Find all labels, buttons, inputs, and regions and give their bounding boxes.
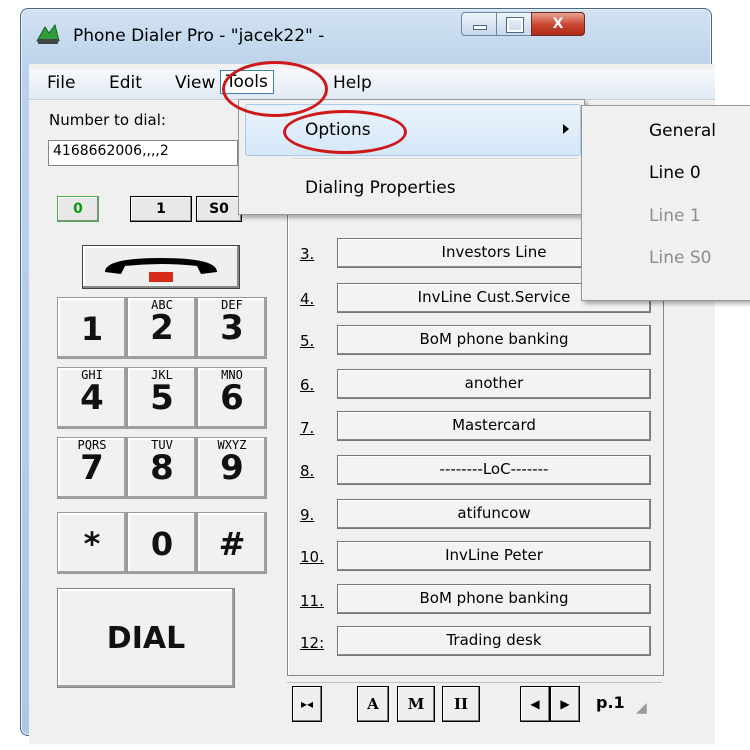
speed-dial-button[interactable]: --------LoC------- bbox=[337, 455, 651, 485]
key-1[interactable]: 1 bbox=[57, 297, 127, 359]
speed-dial-button[interactable]: another bbox=[337, 369, 651, 399]
menu-separator bbox=[292, 158, 577, 159]
key-6[interactable]: MNO 6 bbox=[197, 367, 267, 429]
speed-dial-number: 3. bbox=[300, 245, 315, 263]
collapse-button[interactable]: ▸◂ bbox=[292, 686, 322, 722]
minimize-icon bbox=[473, 25, 487, 30]
key-star[interactable]: * bbox=[57, 512, 127, 574]
menu-file[interactable]: File bbox=[47, 73, 75, 93]
number-to-dial-label: Number to dial: bbox=[49, 111, 166, 129]
key-0-digit: 0 bbox=[150, 525, 174, 563]
phone-handset-icon bbox=[83, 246, 239, 292]
key-5[interactable]: JKL 5 bbox=[127, 367, 197, 429]
key-8-digit: 8 bbox=[150, 448, 174, 488]
submenu-arrow-icon bbox=[563, 124, 569, 134]
menu-item-dialing-properties[interactable]: Dialing Properties bbox=[305, 178, 456, 198]
speed-dial-number: 5. bbox=[300, 332, 315, 350]
toolbar-m-button[interactable]: M bbox=[397, 686, 435, 722]
maximize-icon bbox=[506, 17, 524, 33]
key-6-digit: 6 bbox=[220, 378, 244, 418]
resize-grip-icon[interactable]: ◢ bbox=[636, 700, 647, 716]
speed-dial-button[interactable]: InvLine Peter bbox=[337, 541, 651, 571]
speed-dial-number: 9. bbox=[300, 506, 315, 524]
speed-dial-button[interactable]: BoM phone banking bbox=[337, 325, 651, 355]
speed-dial-number: 8. bbox=[300, 462, 315, 480]
speed-dial-number: 12: bbox=[300, 634, 325, 652]
submenu-item-general[interactable]: General bbox=[649, 121, 716, 141]
key-8[interactable]: TUV 8 bbox=[127, 437, 197, 499]
menu-bar: File Edit View Tools Help bbox=[29, 69, 715, 100]
key-7[interactable]: PQRS 7 bbox=[57, 437, 127, 499]
prev-page-button[interactable]: ◀ bbox=[520, 686, 550, 722]
key-1-digit: 1 bbox=[80, 310, 104, 348]
line-1-button[interactable]: 1 bbox=[130, 196, 192, 222]
hangup-button[interactable] bbox=[82, 245, 240, 289]
key-2-digit: 2 bbox=[150, 308, 174, 348]
key-9-digit: 9 bbox=[220, 448, 244, 488]
line-s0-button[interactable]: S0 bbox=[196, 196, 242, 222]
chevron-right-icon: ▶ bbox=[560, 697, 570, 711]
speed-dial-number: 10. bbox=[300, 548, 324, 566]
collapse-arrows-icon: ▸◂ bbox=[300, 697, 314, 711]
menu-view[interactable]: View bbox=[175, 73, 215, 93]
key-star-symbol: * bbox=[83, 525, 101, 563]
speed-dial-number: 4. bbox=[300, 290, 315, 308]
key-5-digit: 5 bbox=[150, 378, 174, 418]
key-3[interactable]: DEF 3 bbox=[197, 297, 267, 359]
speed-dial-number: 6. bbox=[300, 376, 315, 394]
submenu-item-line-0[interactable]: Line 0 bbox=[649, 163, 701, 183]
speed-dial-button[interactable]: Trading desk bbox=[337, 626, 651, 656]
speed-dial-button[interactable]: BoM phone banking bbox=[337, 584, 651, 614]
key-3-digit: 3 bbox=[220, 308, 244, 348]
app-phone-icon bbox=[35, 23, 61, 47]
dial-button[interactable]: DIAL bbox=[57, 588, 235, 688]
menu-edit[interactable]: Edit bbox=[109, 73, 142, 93]
window-title: Phone Dialer Pro - "jacek22" - bbox=[73, 26, 325, 46]
key-4[interactable]: GHI 4 bbox=[57, 367, 127, 429]
annotation-oval-tools bbox=[222, 61, 328, 117]
speed-dial-button[interactable]: Mastercard bbox=[337, 411, 651, 441]
speed-dial-button[interactable]: atifuncow bbox=[337, 499, 651, 529]
toolbar-a-button[interactable]: A bbox=[357, 686, 389, 722]
key-hash-symbol: # bbox=[218, 525, 246, 563]
annotation-oval-options bbox=[283, 110, 407, 154]
toolbar-ii-button[interactable]: II bbox=[442, 686, 480, 722]
next-page-button[interactable]: ▶ bbox=[550, 686, 580, 722]
minimize-button[interactable] bbox=[461, 12, 497, 36]
key-hash[interactable]: # bbox=[197, 512, 267, 574]
speed-dial-number: 11. bbox=[300, 592, 324, 610]
menu-help[interactable]: Help bbox=[333, 73, 372, 93]
key-4-digit: 4 bbox=[80, 378, 104, 418]
page-indicator: p.1 bbox=[596, 693, 625, 712]
close-button[interactable]: X bbox=[531, 12, 585, 36]
title-bar[interactable]: Phone Dialer Pro - "jacek22" - X bbox=[21, 9, 711, 59]
line-0-button[interactable]: 0 bbox=[57, 196, 99, 222]
number-input[interactable]: 4168662006,,,,2 bbox=[48, 140, 238, 166]
speed-dial-number: 7. bbox=[300, 419, 315, 437]
chevron-left-icon: ◀ bbox=[530, 697, 540, 711]
submenu-item-line-s0: Line S0 bbox=[649, 248, 712, 268]
key-2[interactable]: ABC 2 bbox=[127, 297, 197, 359]
key-0[interactable]: 0 bbox=[127, 512, 197, 574]
maximize-button[interactable] bbox=[496, 12, 532, 36]
close-icon: X bbox=[552, 16, 564, 32]
key-7-digit: 7 bbox=[80, 448, 104, 488]
key-9[interactable]: WXYZ 9 bbox=[197, 437, 267, 499]
submenu-item-line-1: Line 1 bbox=[649, 206, 701, 226]
